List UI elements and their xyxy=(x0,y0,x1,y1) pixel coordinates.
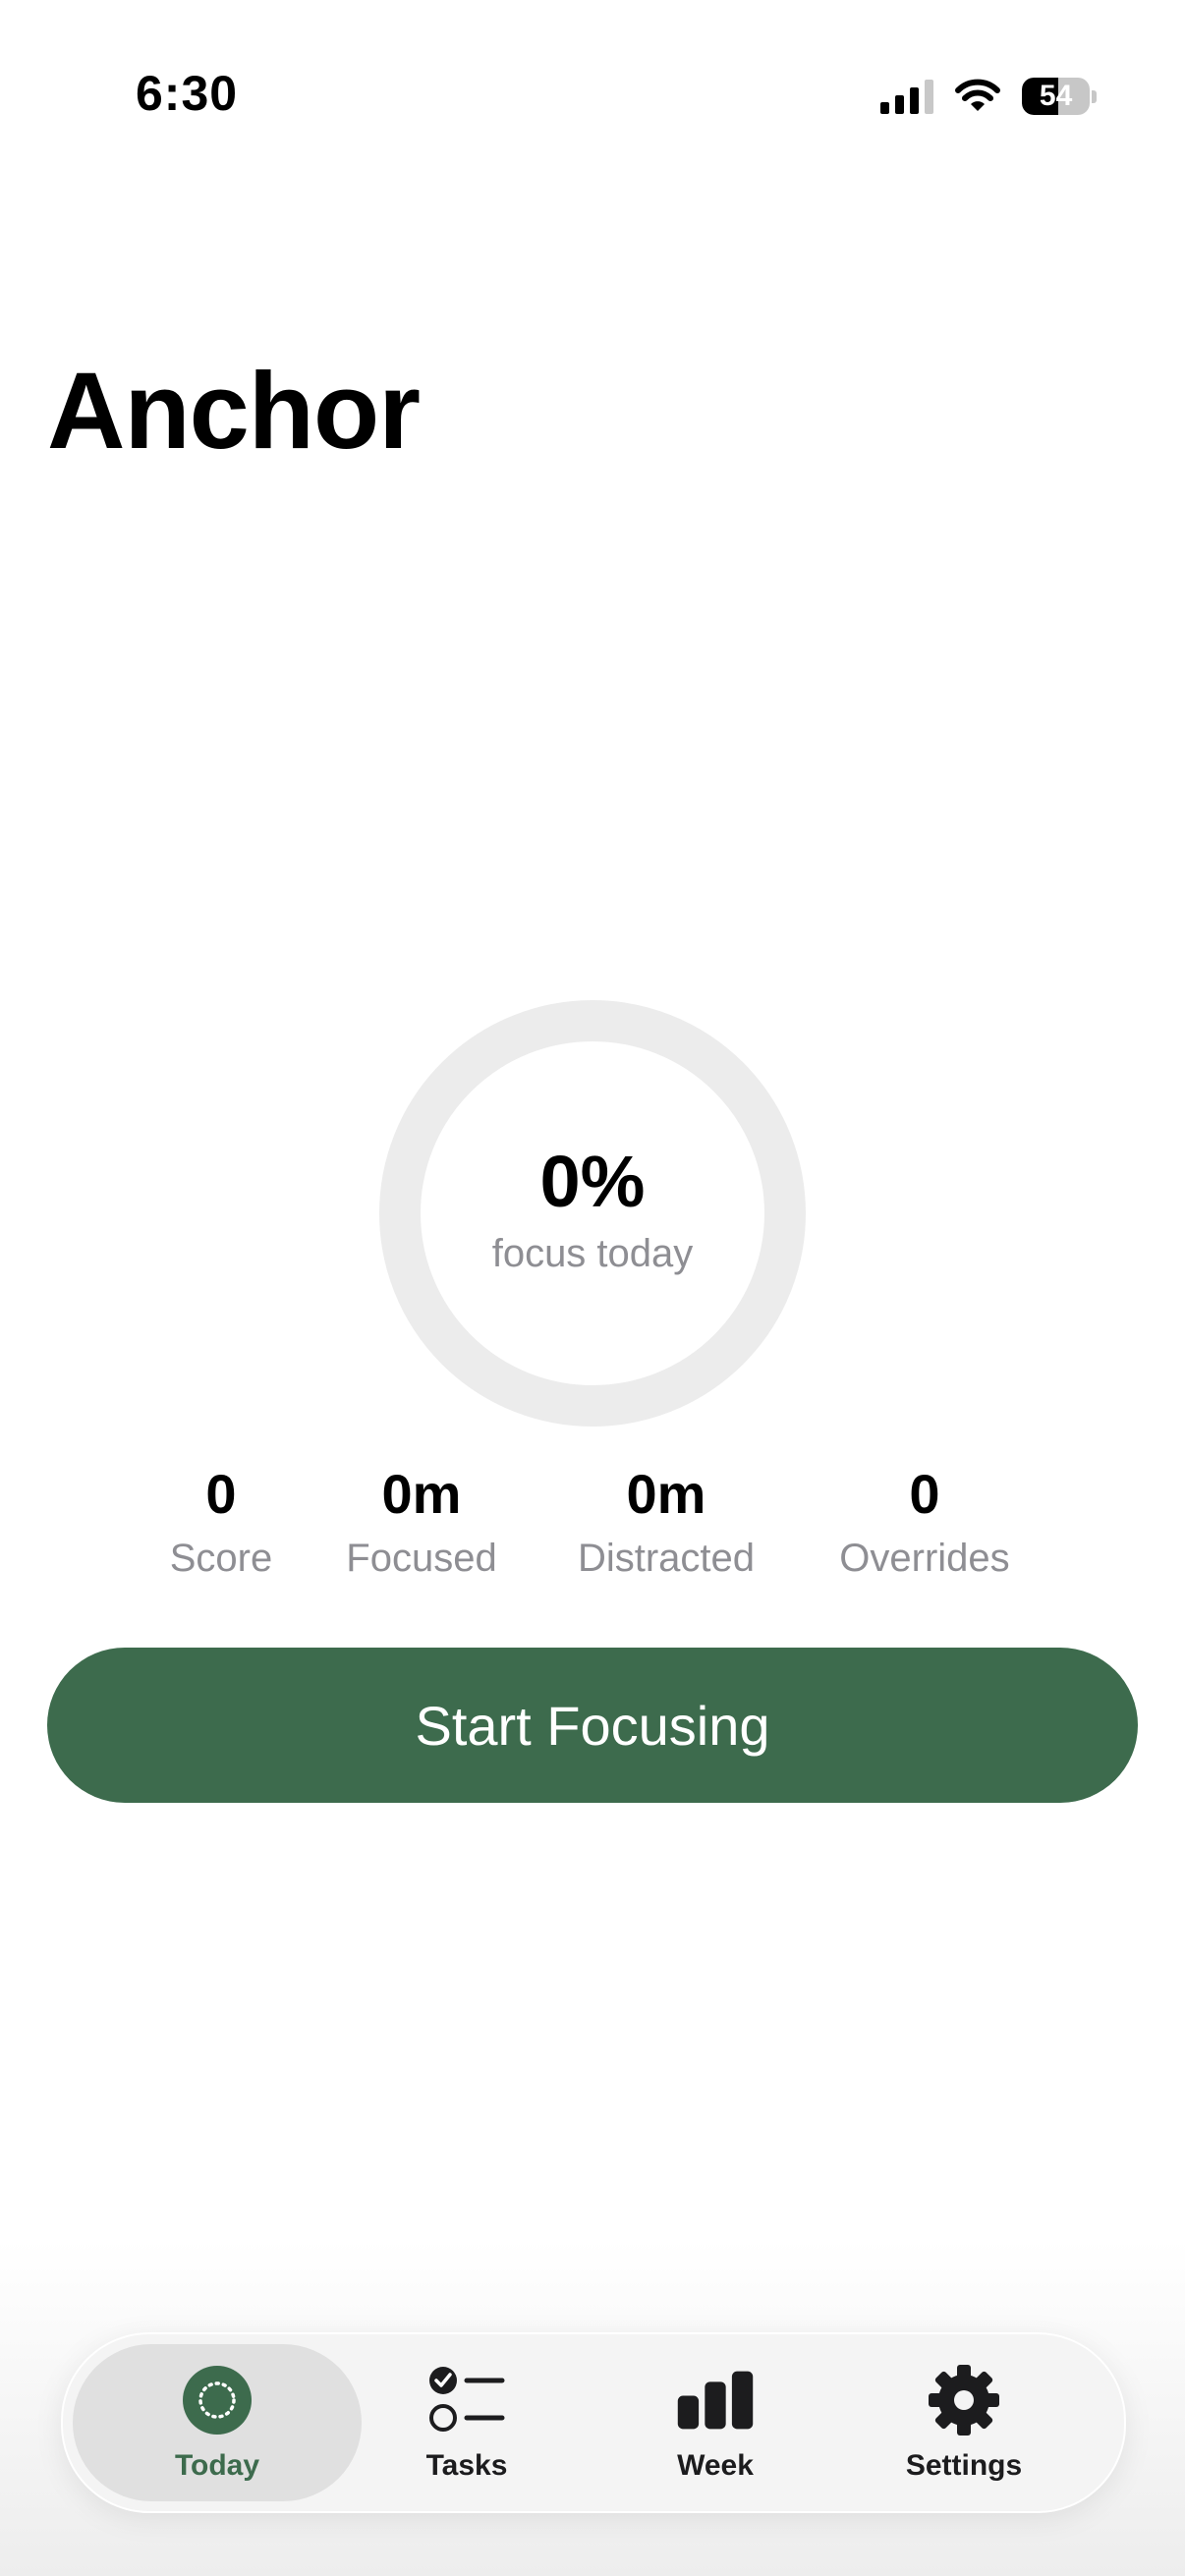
stat-overrides: 0 Overrides xyxy=(807,1464,1043,1581)
focus-circle-icon xyxy=(178,2363,256,2437)
tab-week[interactable]: Week xyxy=(592,2344,838,2501)
battery-percent: 54 xyxy=(1039,80,1073,112)
focus-percent: 0% xyxy=(539,1140,646,1222)
status-bar: 6:30 54 xyxy=(0,0,1185,196)
focus-caption: focus today xyxy=(491,1231,694,1275)
stat-distracted: 0m Distracted xyxy=(548,1464,784,1581)
stat-label: Distracted xyxy=(577,1536,756,1580)
wifi-icon xyxy=(955,79,1000,111)
stat-label: Overrides xyxy=(839,1536,1010,1580)
stat-value: 0m xyxy=(381,1463,462,1525)
tab-settings[interactable]: Settings xyxy=(841,2344,1087,2501)
gear-icon xyxy=(925,2363,1003,2437)
stat-label: Focused xyxy=(346,1536,497,1580)
stats-row: 0 Score 0m Focused 0m Distracted 0 Overr… xyxy=(0,1464,1185,1592)
page-title: Anchor xyxy=(47,351,421,472)
status-time: 6:30 xyxy=(136,66,239,121)
tab-tasks[interactable]: Tasks xyxy=(344,2344,590,2501)
tab-bar: Today Tasks Week Settings xyxy=(61,2332,1126,2513)
stat-value: 0 xyxy=(909,1463,940,1525)
stat-focused: 0m Focused xyxy=(304,1464,539,1581)
tab-today[interactable]: Today xyxy=(73,2344,362,2501)
tab-label: Week xyxy=(677,2449,754,2482)
status-icons: 54 xyxy=(880,75,1097,118)
checklist-icon xyxy=(427,2363,506,2437)
tab-label: Tasks xyxy=(425,2449,508,2482)
battery-icon: 54 xyxy=(1022,78,1097,115)
tab-label: Today xyxy=(174,2449,260,2482)
bar-chart-icon xyxy=(676,2363,755,2437)
focus-progress-ring: 0% focus today xyxy=(379,1000,806,1427)
start-focusing-button[interactable]: Start Focusing xyxy=(47,1648,1138,1803)
cellular-signal-icon xyxy=(880,79,933,114)
tab-label: Settings xyxy=(905,2449,1023,2482)
stat-value: 0m xyxy=(626,1463,706,1525)
